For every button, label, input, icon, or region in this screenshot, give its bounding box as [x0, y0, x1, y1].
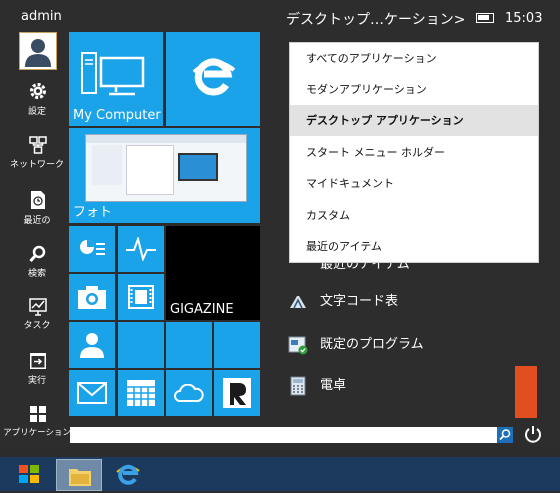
charmap-icon — [290, 296, 306, 309]
taskbar-internet-explorer[interactable] — [114, 461, 142, 489]
sidebar-item-apps[interactable]: アプリケーション — [0, 405, 74, 443]
tile-performance[interactable] — [118, 226, 164, 272]
tile-video[interactable] — [118, 274, 164, 320]
dropdown-item-desktop-apps[interactable]: デスクトップ アプリケーション — [290, 105, 538, 136]
clock: 15:03 — [505, 11, 543, 26]
power-icon — [525, 426, 541, 443]
reader-icon — [223, 378, 251, 408]
sidebar-item-label: 実行 — [27, 376, 46, 386]
search-icon — [499, 429, 511, 441]
default-programs-icon — [288, 336, 308, 355]
app-label: 電卓 — [320, 378, 347, 393]
app-label: 既定のプログラム — [320, 337, 424, 352]
taskbar-explorer[interactable] — [56, 459, 102, 491]
calculator-icon — [290, 376, 306, 396]
start-menu: admin デスクトップ…ケーション> 15:03 設定 ネットワーク 最近の … — [0, 0, 560, 447]
sidebar-item-search[interactable]: 検索 — [0, 245, 74, 283]
dropdown-item-recent-items[interactable]: 最近のアイテム — [290, 231, 538, 262]
avatar[interactable] — [19, 32, 57, 70]
recent-icon — [31, 191, 45, 209]
sidebar-item-recent[interactable]: 最近の — [0, 190, 74, 228]
power-button[interactable] — [523, 424, 543, 444]
ie-icon — [192, 58, 236, 96]
sidebar-item-network[interactable]: ネットワーク — [0, 136, 74, 174]
search-icon — [29, 245, 46, 263]
user-name: admin — [21, 9, 62, 24]
dropdown-item-custom[interactable]: カスタム — [290, 200, 538, 231]
start-button[interactable] — [18, 464, 40, 484]
category-selector[interactable]: デスクトップ…ケーション> — [286, 9, 465, 29]
computer-icon — [81, 52, 145, 96]
camera-icon — [78, 286, 106, 309]
sidebar-item-label: 検索 — [27, 269, 46, 279]
mail-icon — [77, 382, 107, 404]
tile-gigazine[interactable]: GIGAZINE — [166, 226, 260, 320]
tile-mail[interactable] — [69, 370, 115, 416]
dropdown-item-my-documents[interactable]: マイドキュメント — [290, 168, 538, 199]
network-icon — [29, 136, 47, 154]
battery-icon — [476, 13, 494, 23]
sidebar-item-label: 設定 — [27, 107, 46, 117]
user-icon — [25, 39, 51, 67]
tile-blank-2[interactable] — [166, 322, 212, 368]
ie-icon — [116, 464, 140, 485]
category-dropdown: すべてのアプリケーション モダンアプリケーション デスクトップ アプリケーション… — [289, 42, 539, 263]
person-icon — [80, 333, 104, 358]
tile-label: フォト — [73, 205, 113, 220]
film-icon — [128, 285, 154, 309]
tile-disk[interactable] — [69, 226, 115, 272]
sidebar-item-run[interactable]: 実行 — [0, 352, 74, 390]
run-icon — [30, 353, 46, 369]
sidebar-item-settings[interactable]: 設定 — [0, 82, 74, 120]
sidebar-item-label: ネットワーク — [9, 160, 64, 170]
folder-icon — [69, 469, 91, 486]
tile-camera[interactable] — [69, 274, 115, 320]
tile-reader[interactable] — [214, 370, 260, 416]
dropdown-item-start-menu-holder[interactable]: スタート メニュー ホルダー — [290, 137, 538, 168]
app-label: 文字コード表 — [320, 294, 399, 309]
tile-photo[interactable]: フォト — [69, 128, 260, 223]
photo-screenshot — [85, 134, 247, 202]
tile-calendar[interactable] — [118, 370, 164, 416]
search-button[interactable] — [497, 427, 513, 443]
taskbar — [0, 457, 560, 491]
disk-icon — [80, 240, 105, 255]
sidebar-item-label: アプリケーション — [3, 428, 71, 438]
task-icon — [29, 298, 47, 316]
tile-label: GIGAZINE — [170, 302, 234, 317]
dropdown-item-all-apps[interactable]: すべてのアプリケーション — [290, 43, 538, 74]
gear-icon — [30, 83, 46, 99]
pulse-icon — [126, 237, 156, 261]
tile-my-computer[interactable]: My Computer — [69, 32, 163, 126]
cloud-icon — [174, 384, 204, 402]
tile-blank-1[interactable] — [118, 322, 164, 368]
sidebar-item-label: タスク — [23, 321, 51, 331]
windows-logo-icon — [19, 465, 39, 483]
dropdown-item-modern-apps[interactable]: モダンアプリケーション — [290, 74, 538, 105]
scrollbar-thumb[interactable] — [515, 366, 537, 418]
tile-onedrive[interactable] — [166, 370, 212, 416]
sidebar-item-task[interactable]: タスク — [0, 298, 74, 336]
tile-label: My Computer — [73, 108, 161, 123]
sidebar-item-label: 最近の — [23, 216, 51, 226]
tile-blank-3[interactable] — [214, 322, 260, 368]
apps-icon — [30, 406, 46, 422]
search-input[interactable] — [70, 427, 497, 443]
calendar-icon — [127, 380, 155, 406]
tile-people[interactable] — [69, 322, 115, 368]
tile-internet-explorer[interactable] — [166, 32, 260, 126]
